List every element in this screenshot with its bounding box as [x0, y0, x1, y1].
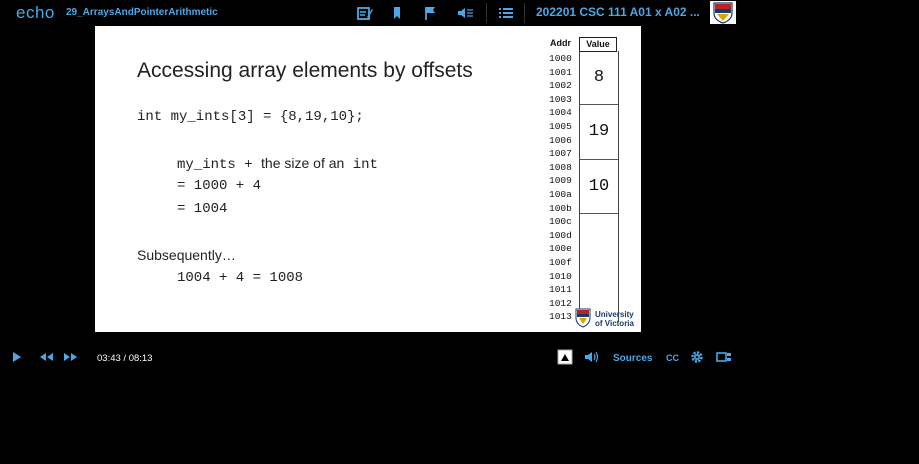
flag-icon[interactable]	[421, 5, 439, 21]
expression-variable: my_ints +	[177, 157, 262, 173]
toolbar-divider	[486, 3, 487, 23]
course-title[interactable]: 202201 CSC 111 A01 x A02 ...	[536, 5, 700, 19]
address-cell: 1011	[549, 284, 572, 296]
expression-type: int	[344, 157, 378, 173]
address-cell: 1005	[549, 120, 572, 132]
expression-text: the size of an	[261, 155, 345, 171]
value-column: 8 19 10	[579, 51, 619, 322]
bookmark-icon[interactable]	[388, 5, 406, 21]
offset-expression: my_ints + the size of an int	[177, 155, 378, 173]
address-cell: 1010	[549, 270, 572, 282]
subsequent-expression: 1004 + 4 = 1008	[177, 270, 304, 286]
uvic-logo: University of Victoria	[574, 308, 644, 330]
university-crest-icon	[574, 308, 592, 328]
closed-captions-button[interactable]: CC	[666, 353, 679, 363]
expression-step-1: = 1000 + 4	[177, 178, 262, 194]
address-cell: 1006	[549, 134, 572, 146]
recording-title: 29_ArraysAndPointerArithmetic	[66, 7, 218, 18]
address-cell: 100b	[549, 202, 572, 214]
address-cell: 1004	[549, 107, 572, 119]
address-cell: 1002	[549, 80, 572, 92]
address-cell: 1013	[549, 311, 572, 323]
volume-icon[interactable]	[584, 350, 600, 364]
address-cell: 100d	[549, 229, 572, 241]
fast-forward-icon[interactable]	[63, 350, 79, 364]
layout-toggle-icon[interactable]	[716, 350, 732, 364]
address-cell: 1007	[549, 148, 572, 160]
address-cell: 1003	[549, 93, 572, 105]
address-cell: 100a	[549, 188, 572, 200]
settings-gear-icon[interactable]	[690, 350, 704, 364]
play-icon[interactable]	[11, 350, 23, 364]
value-cell: 19	[580, 105, 618, 160]
value-cell: 10	[580, 160, 618, 215]
outline-list-icon[interactable]	[497, 5, 515, 21]
university-crest-icon	[710, 1, 736, 24]
player-controls: 03:43 / 08:13 Sources CC	[0, 347, 919, 369]
address-cell: 1012	[549, 297, 572, 309]
address-cell: 100c	[549, 216, 572, 228]
address-cell: 1000	[549, 53, 572, 64]
rewind-icon[interactable]	[38, 350, 54, 364]
subsequently-label: Subsequently…	[137, 247, 236, 263]
addr-header: Addr	[550, 38, 571, 48]
echo-logo[interactable]: echo	[16, 3, 55, 23]
value-cell: 8	[580, 51, 618, 106]
slide-title: Accessing array elements by offsets	[137, 59, 473, 82]
playback-time: 03:43 / 08:13	[97, 353, 153, 364]
expression-step-2: = 1004	[177, 201, 228, 217]
top-bar: echo 29_ArraysAndPointerArithmetic 20220…	[0, 0, 919, 26]
address-cell: 100f	[549, 256, 572, 268]
array-declaration: int my_ints[3] = {8,19,10};	[137, 109, 364, 125]
address-cell: 1001	[549, 66, 572, 78]
value-header: Value	[579, 37, 617, 52]
toolbar-divider	[524, 3, 525, 23]
address-cell: 100e	[549, 243, 572, 255]
address-column: 1000 1001 1002 1003 1004 1005 1006 1007 1008 1009…	[549, 52, 572, 324]
slide-view-icon[interactable]	[557, 349, 573, 365]
address-cell: 1008	[549, 161, 572, 173]
university-name: University of Victoria	[595, 310, 634, 328]
notes-icon[interactable]	[356, 5, 374, 21]
volume-settings-icon[interactable]	[456, 5, 474, 21]
presentation-slide: Accessing array elements by offsets int …	[95, 26, 641, 332]
address-cell: 1009	[549, 175, 572, 187]
sources-button[interactable]: Sources	[613, 353, 652, 364]
